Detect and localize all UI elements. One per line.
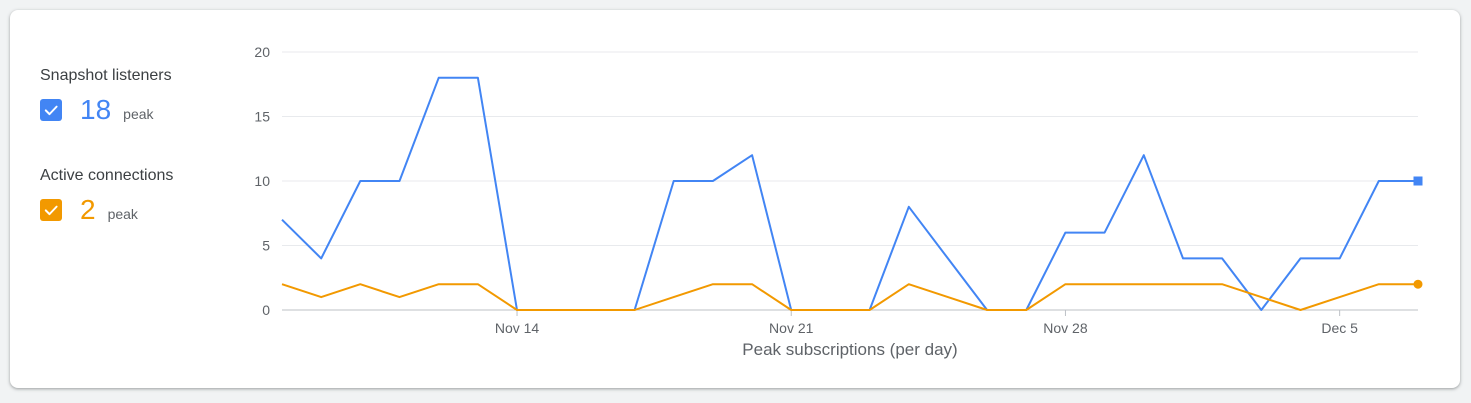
- metric-unit: peak: [107, 206, 138, 222]
- metric-title: Active connections: [40, 167, 174, 184]
- metric-active-connections: Active connections 2 peak: [40, 167, 173, 225]
- metric-title: Snapshot listeners: [40, 67, 172, 84]
- x-tick-label: Nov 21: [769, 320, 814, 336]
- x-axis-label: Peak subscriptions (per day): [742, 340, 957, 359]
- active-connections-checkbox[interactable]: [40, 199, 62, 221]
- snapshot-listeners-checkbox[interactable]: [40, 99, 62, 121]
- y-tick-label: 15: [254, 109, 270, 125]
- series-line-active-connections: [281, 283, 1418, 311]
- x-tick-label: Nov 14: [495, 320, 540, 336]
- series-end-marker: [1413, 279, 1423, 289]
- x-tick-label: Dec 5: [1321, 320, 1358, 336]
- checkmark-icon: [44, 205, 58, 216]
- y-tick-label: 0: [262, 302, 270, 318]
- metric-snapshot-listeners: Snapshot listeners 18 peak: [40, 67, 172, 125]
- checkmark-icon: [44, 105, 58, 116]
- metric-value: 2: [80, 194, 96, 225]
- legend-panel: Snapshot listeners 18 peak Active connec…: [10, 10, 250, 388]
- metric-value: 18: [80, 94, 112, 125]
- y-tick-label: 5: [262, 238, 270, 254]
- metrics-card: Snapshot listeners 18 peak Active connec…: [10, 10, 1460, 388]
- series-end-marker: [1413, 176, 1423, 186]
- y-tick-label: 10: [254, 173, 270, 189]
- metric-row: 18 peak: [40, 95, 172, 125]
- series-line-snapshot-listeners: [281, 76, 1418, 311]
- metric-unit: peak: [123, 106, 154, 122]
- metric-row: 2 peak: [40, 195, 173, 225]
- line-chart: 0 5 10 15 20 Nov 14 Nov 21 Nov 28 Dec 5 Peak subs…: [254, 44, 1423, 359]
- y-tick-label: 20: [254, 44, 270, 60]
- x-tick-label: Nov 28: [1043, 320, 1088, 336]
